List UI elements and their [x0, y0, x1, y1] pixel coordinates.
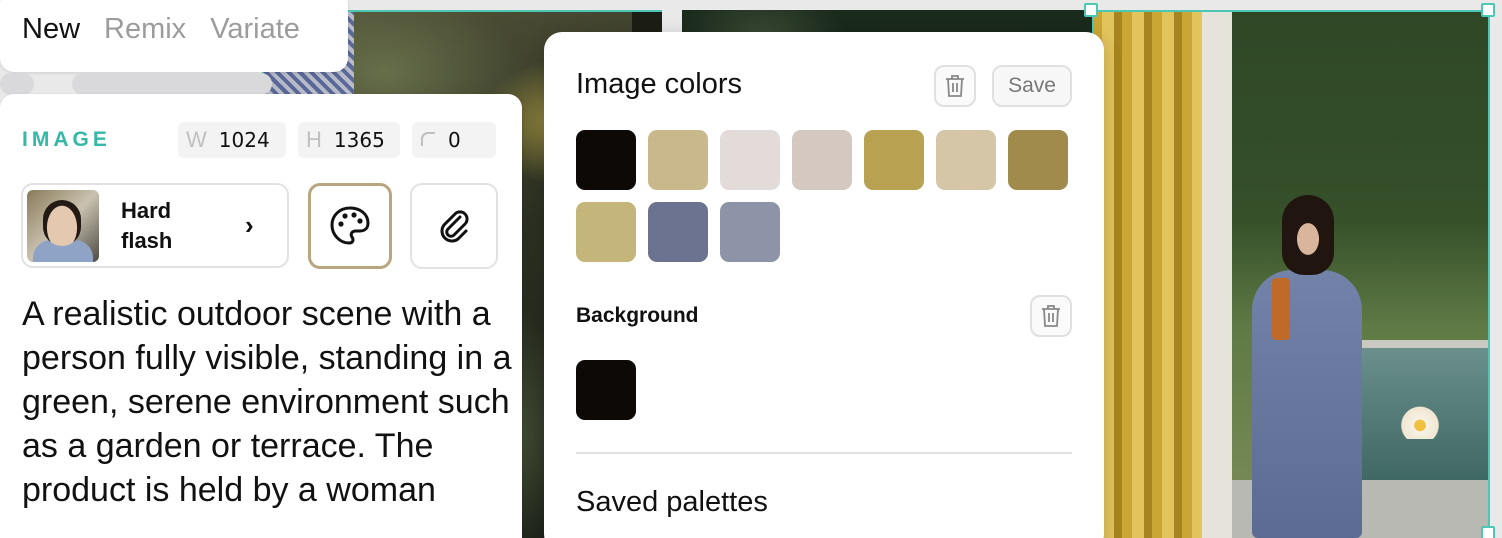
thumb-face	[43, 199, 81, 246]
width-field[interactable]: W 1024	[178, 122, 286, 158]
saved-palettes-title: Saved palettes	[576, 486, 768, 518]
tab-variate[interactable]: Variate	[210, 13, 300, 46]
width-prefix: W	[186, 127, 207, 152]
corner-radius-icon	[420, 127, 436, 153]
image-colors-title: Image colors	[576, 68, 743, 100]
color-swatch[interactable]	[720, 130, 780, 190]
collapsed-bar	[0, 73, 34, 95]
chevron-right-icon: ›	[245, 210, 254, 240]
height-value: 1365	[333, 128, 385, 152]
divider	[576, 452, 1072, 454]
trash-icon	[946, 75, 964, 97]
background-label: Background	[576, 304, 699, 327]
tab-remix[interactable]: Remix	[104, 13, 186, 46]
prompt-textarea[interactable]: A realistic outdoor scene with a person …	[22, 292, 512, 512]
collapsed-bar	[72, 73, 272, 95]
resize-handle-top-left[interactable]	[1084, 3, 1098, 17]
color-swatch[interactable]	[720, 202, 780, 262]
color-swatch[interactable]	[864, 130, 924, 190]
clear-background-button[interactable]	[1030, 295, 1072, 337]
section-label-image: IMAGE	[22, 128, 111, 151]
style-name: Hard flash	[121, 197, 173, 253]
corner-radius-field[interactable]: 0	[412, 122, 496, 158]
clear-image-colors-button[interactable]	[934, 65, 976, 107]
color-swatch[interactable]	[936, 130, 996, 190]
color-swatch[interactable]	[576, 130, 636, 190]
tab-new[interactable]: New	[22, 13, 80, 46]
style-selector[interactable]: Hard flash ›	[21, 183, 289, 268]
width-value: 1024	[218, 128, 270, 152]
mode-tabs: New Remix Variate	[0, 0, 348, 72]
color-swatch[interactable]	[648, 130, 708, 190]
height-field[interactable]: H 1365	[298, 122, 400, 158]
resize-handle-bottom-right[interactable]	[1481, 526, 1495, 538]
color-swatch[interactable]	[576, 202, 636, 262]
attach-button[interactable]	[410, 183, 498, 269]
trash-icon	[1042, 305, 1060, 327]
image-colors-popover: Image colors Save Background Saved palet…	[544, 32, 1104, 538]
palette-button[interactable]	[308, 183, 392, 269]
image-settings-panel: IMAGE W 1024 H 1365 0 Hard flash › A rea…	[0, 94, 522, 538]
color-swatch[interactable]	[648, 202, 708, 262]
style-thumbnail	[27, 189, 99, 262]
background-color-swatch[interactable]	[576, 360, 636, 420]
height-prefix: H	[306, 127, 322, 152]
save-button[interactable]: Save	[992, 65, 1072, 107]
color-swatch[interactable]	[792, 130, 852, 190]
color-swatch[interactable]	[1008, 130, 1068, 190]
paperclip-icon	[440, 210, 469, 243]
selection-frame	[1092, 10, 1490, 538]
resize-handle-top-right[interactable]	[1481, 3, 1495, 17]
palette-icon	[330, 206, 370, 245]
corner-radius-value: 0	[448, 128, 461, 152]
